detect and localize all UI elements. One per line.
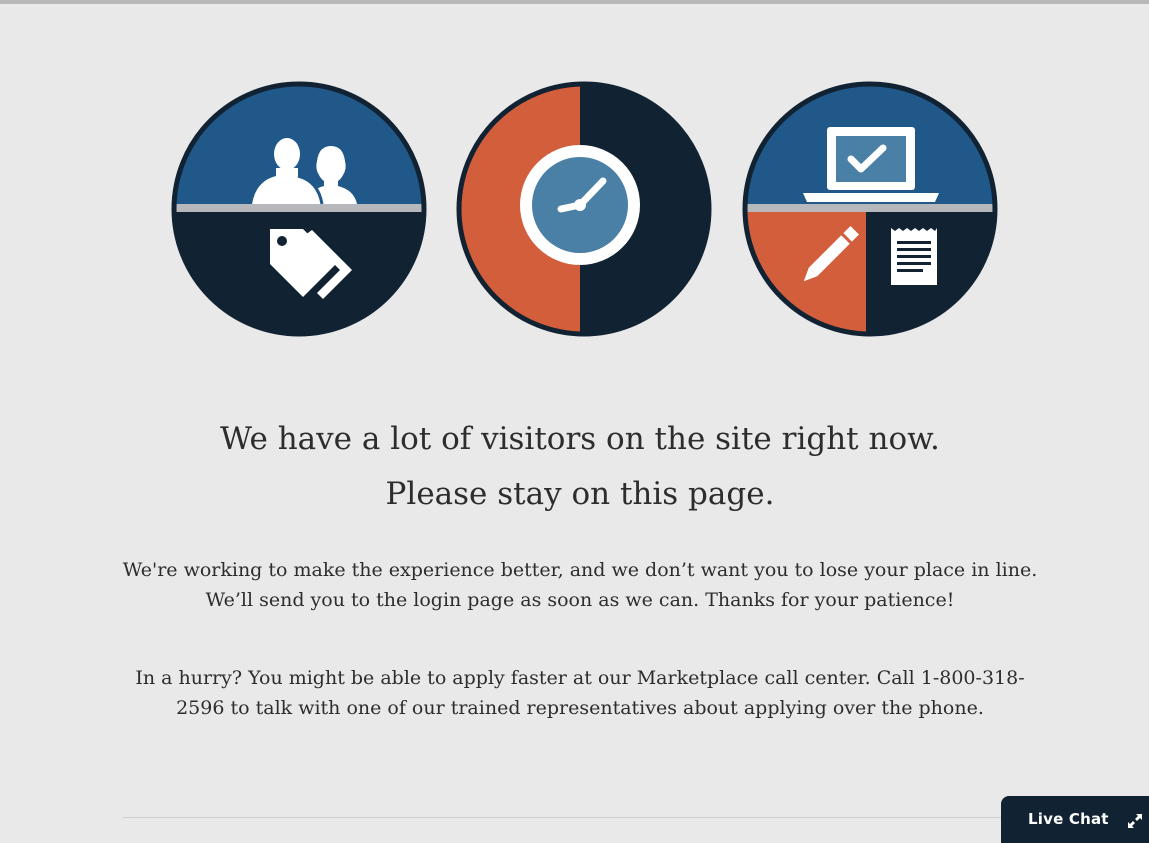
document-icon xyxy=(891,228,937,285)
divider xyxy=(122,817,1002,818)
headline-line-1: We have a lot of visitors on the site ri… xyxy=(220,421,940,457)
people-tags-illustration xyxy=(171,81,427,337)
clock-icon xyxy=(520,145,640,265)
call-center-paragraph: In a hurry? You might be able to apply f… xyxy=(135,667,1025,719)
wait-message-paragraph: We're working to make the experience bet… xyxy=(122,559,1038,611)
clock-illustration xyxy=(456,81,712,337)
expand-icon[interactable] xyxy=(1125,811,1145,831)
live-chat-label: Live Chat xyxy=(1028,810,1109,828)
illustration-row xyxy=(0,0,1149,360)
headline-line-2: Please stay on this page. xyxy=(385,476,775,512)
live-chat-button[interactable]: Live Chat xyxy=(1001,796,1149,843)
laptop-form-illustration xyxy=(742,81,998,337)
